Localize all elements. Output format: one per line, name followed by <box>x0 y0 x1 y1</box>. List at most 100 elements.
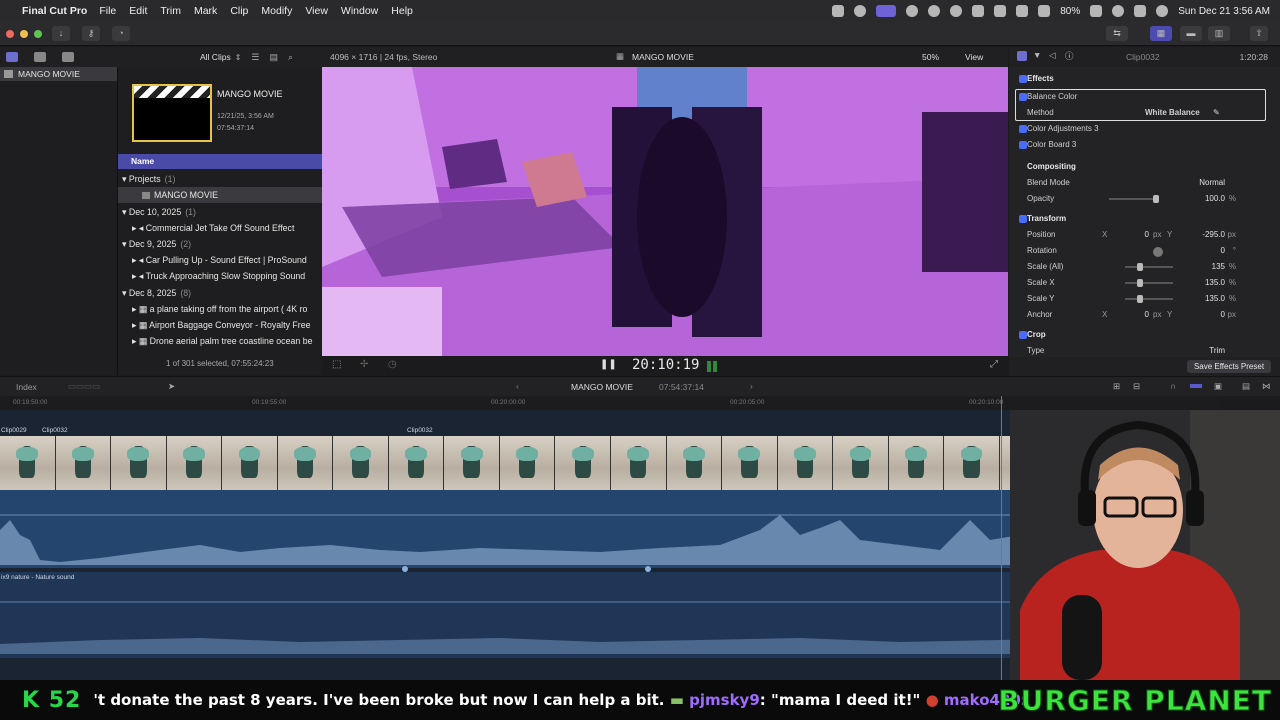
playhead[interactable] <box>1001 396 1002 680</box>
zoom-window-button[interactable] <box>34 30 42 38</box>
rotation-dial[interactable] <box>1153 247 1163 257</box>
headphones-icon[interactable]: ∩ <box>1170 381 1176 391</box>
app-menu[interactable]: Final Cut Pro <box>22 5 87 17</box>
projects-group[interactable]: ▾ Projects (1) <box>118 171 322 187</box>
position-x-value[interactable]: 0 <box>1119 227 1149 243</box>
name-column-header[interactable]: Name <box>118 154 322 169</box>
search-icon[interactable] <box>1112 5 1125 17</box>
menu-window[interactable]: Window <box>341 5 378 17</box>
menu-edit[interactable]: Edit <box>129 5 147 17</box>
share-icon[interactable]: ⇧ <box>1250 26 1268 41</box>
position-y-value[interactable]: -295.0 <box>1202 227 1225 243</box>
index-button[interactable]: Index <box>16 382 37 392</box>
timeline-project-name[interactable]: MANGO MOVIE <box>571 382 633 392</box>
disclosure-down-icon[interactable]: ▾ <box>122 174 126 184</box>
checkbox[interactable] <box>1019 331 1027 339</box>
menu-clip[interactable]: Clip <box>230 5 248 17</box>
crop-section[interactable]: Crop <box>1009 327 1280 343</box>
enhance-icon[interactable]: ✢ <box>360 359 368 370</box>
display-icon[interactable] <box>994 5 1007 17</box>
list-item[interactable]: ▸ ▦ a plane taking off from the airport … <box>118 301 322 317</box>
close-window-button[interactable] <box>6 30 14 38</box>
photos-audio-icon[interactable] <box>34 52 46 62</box>
transitions-icon[interactable]: ⋈ <box>1262 381 1271 392</box>
titles-generators-icon[interactable] <box>62 52 74 62</box>
audio-inspector-icon[interactable]: ◁ <box>1049 50 1056 61</box>
position-row[interactable]: Position X 0 px Y -295.0 px <box>1009 227 1280 243</box>
menu-file[interactable]: File <box>99 5 116 17</box>
clock[interactable]: Sun Dec 21 3:56 AM <box>1178 6 1270 17</box>
save-effects-preset-button[interactable]: Save Effects Preset <box>1187 360 1271 373</box>
siri-icon[interactable] <box>1156 5 1169 17</box>
scale-all-row[interactable]: Scale (All) 135% <box>1009 259 1280 275</box>
video-inspector-icon[interactable] <box>1017 51 1027 61</box>
color-adjustments-row[interactable]: Color Adjustments 3 <box>1009 121 1280 137</box>
disclosure-right-icon[interactable]: ▸ <box>132 271 136 281</box>
date-group[interactable]: ▾ Dec 9, 2025 (2) <box>118 236 322 252</box>
screen-share-icon[interactable] <box>876 5 897 17</box>
bluetooth-icon[interactable] <box>1016 5 1029 17</box>
blend-mode-dropdown[interactable]: Normal <box>1199 175 1225 191</box>
type-row[interactable]: Type Trim <box>1009 343 1280 357</box>
disclosure-down-icon[interactable]: ▾ <box>122 239 126 249</box>
battery-icon[interactable] <box>1090 5 1103 17</box>
list-view-icon[interactable]: ☰ <box>251 52 259 63</box>
view-dropdown[interactable]: View <box>965 52 983 62</box>
balance-color-row[interactable]: Balance Color <box>1009 89 1280 105</box>
timer-icon[interactable] <box>928 5 941 17</box>
minimize-window-button[interactable] <box>20 30 28 38</box>
disclosure-right-icon[interactable]: ▸ <box>132 223 136 233</box>
back-icon[interactable]: ‹ <box>516 381 519 391</box>
info-inspector-icon[interactable]: ⓘ <box>1065 50 1074 62</box>
slider-knob[interactable] <box>1137 295 1143 303</box>
scale-x-row[interactable]: Scale X 135.0% <box>1009 275 1280 291</box>
disclosure-down-icon[interactable]: ▾ <box>122 288 126 298</box>
scale-x-slider[interactable] <box>1125 279 1173 287</box>
method-dropdown[interactable]: White Balance <box>1145 105 1200 121</box>
record-icon[interactable] <box>832 5 845 17</box>
scale-x-value[interactable]: 135.0 <box>1205 275 1225 291</box>
list-item[interactable]: ▸ ▦ Airport Baggage Conveyor - Royalty F… <box>118 317 322 333</box>
scale-y-row[interactable]: Scale Y 135.0% <box>1009 291 1280 307</box>
date-group[interactable]: ▾ Dec 8, 2025 (8) <box>118 285 322 301</box>
viewer-canvas[interactable] <box>322 67 1008 356</box>
rotation-row[interactable]: Rotation 0 ° <box>1009 243 1280 259</box>
eyedropper-icon[interactable]: ✎ <box>1213 105 1220 121</box>
checkbox[interactable] <box>1019 215 1027 223</box>
slider-knob[interactable] <box>1137 263 1143 271</box>
checkbox[interactable] <box>1019 93 1027 101</box>
effects-section[interactable]: Effects <box>1009 71 1280 87</box>
opacity-slider[interactable] <box>1109 195 1159 203</box>
list-item[interactable]: ▸ ◂ Commercial Jet Take Off Sound Effect <box>118 220 322 236</box>
project-thumbnail[interactable] <box>132 84 212 142</box>
show-inspector-icon[interactable]: ▥ <box>1208 26 1230 41</box>
color-inspector-icon[interactable]: ▼ <box>1033 50 1041 60</box>
anchor-row[interactable]: Anchor X 0 px Y 0 px <box>1009 307 1280 323</box>
anchor-y-value[interactable]: 0 <box>1221 307 1225 323</box>
select-tool-icon[interactable]: ➤ <box>168 381 175 392</box>
connect-clip-icon[interactable]: ▭▭▭▭ <box>68 381 100 392</box>
compositing-section[interactable]: Compositing <box>1009 159 1280 175</box>
show-timeline-icon[interactable]: ▬ <box>1180 26 1202 41</box>
play-icon[interactable] <box>950 5 963 17</box>
transform-icon[interactable]: ⬚ <box>332 359 341 370</box>
scale-y-value[interactable]: 135.0 <box>1205 291 1225 307</box>
scale-y-slider[interactable] <box>1125 295 1173 303</box>
effects-browser-icon[interactable]: ▤ <box>1242 381 1250 392</box>
timeline-ruler[interactable]: 00:19:50:00 00:19:55:00 00:20:00:00 00:2… <box>0 396 1222 410</box>
clip-filter-dropdown[interactable]: All Clips <box>200 52 231 62</box>
speed-icon[interactable]: ◷ <box>388 359 397 370</box>
transform-section[interactable]: Transform <box>1009 211 1280 227</box>
skimming-icon[interactable]: ⊞ <box>1113 381 1120 392</box>
opacity-value[interactable]: 100.0 <box>1205 191 1225 207</box>
import-icon[interactable]: ↓ <box>52 26 70 41</box>
method-row[interactable]: Method White Balance ✎ <box>1009 105 1280 121</box>
workspace-icon[interactable]: ⇆ <box>1106 26 1128 41</box>
control-center-icon[interactable] <box>1134 5 1147 17</box>
keywords-icon[interactable]: ⚷ <box>82 26 100 41</box>
disclosure-right-icon[interactable]: ▸ <box>132 255 136 265</box>
color-board-row[interactable]: Color Board 3 <box>1009 137 1280 153</box>
scale-slider[interactable] <box>1125 263 1173 271</box>
checkbox[interactable] <box>1019 141 1027 149</box>
slider-knob[interactable] <box>1153 195 1159 203</box>
